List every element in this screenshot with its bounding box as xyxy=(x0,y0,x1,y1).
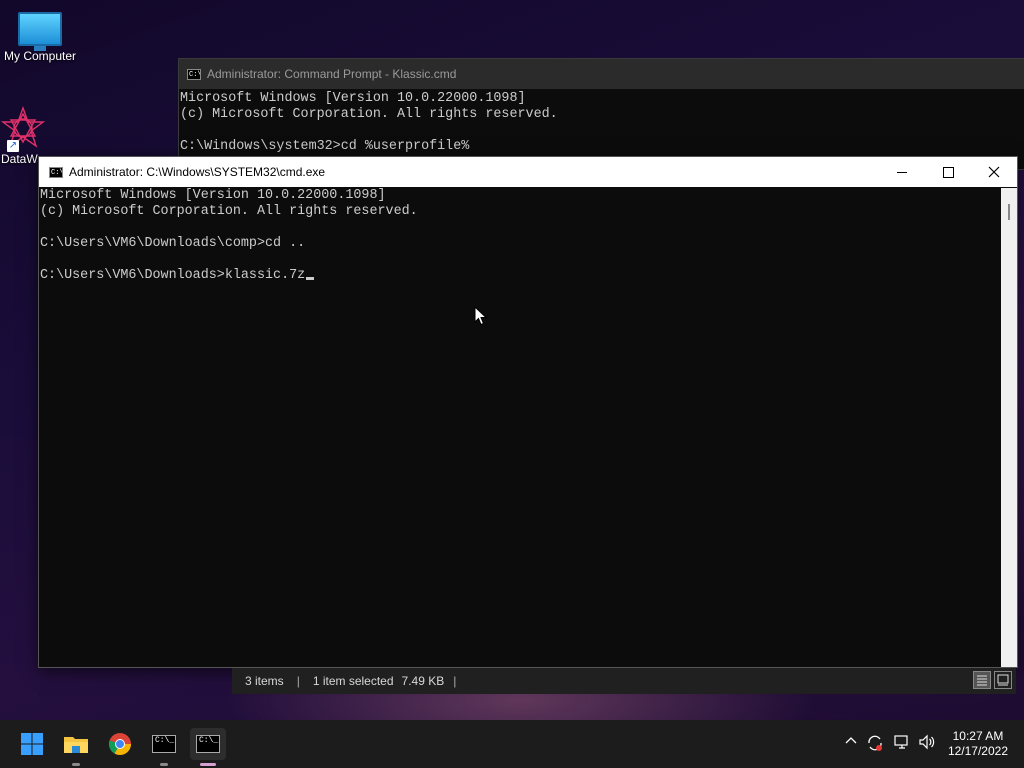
back-window-title: Administrator: Command Prompt - Klassic.… xyxy=(207,67,457,81)
chevron-up-icon xyxy=(845,737,857,744)
front-console-output[interactable]: Microsoft Windows [Version 10.0.22000.10… xyxy=(40,188,999,667)
status-separator: | xyxy=(296,674,300,688)
back-cmd-window[interactable]: C:\ Administrator: Command Prompt - Klas… xyxy=(178,58,1024,170)
details-view-button[interactable] xyxy=(973,671,991,689)
volume-icon xyxy=(919,734,935,750)
chrome-icon xyxy=(108,733,131,755)
front-window-titlebar[interactable]: C:\ Administrator: C:\Windows\SYSTEM32\c… xyxy=(39,157,1017,187)
maximize-button[interactable] xyxy=(925,157,971,187)
taskbar-file-explorer[interactable] xyxy=(58,728,94,766)
console-line: C:\Windows\system32>cd %userprofile% xyxy=(180,139,470,154)
front-cmd-window[interactable]: C:\ Administrator: C:\Windows\SYSTEM32\c… xyxy=(38,156,1018,668)
show-hidden-icons-button[interactable] xyxy=(844,734,858,751)
sync-icon xyxy=(868,735,882,751)
dataw-logo-icon: ↗ xyxy=(0,105,46,152)
view-toggle xyxy=(973,671,1012,689)
file-explorer-icon xyxy=(64,737,88,753)
back-console-output[interactable]: Microsoft Windows [Version 10.0.22000.10… xyxy=(179,89,1024,155)
large-icons-view-icon xyxy=(997,674,1009,686)
tray-sync-button[interactable] xyxy=(866,734,884,755)
vertical-scrollbar[interactable] xyxy=(1001,188,1017,667)
cmd-icon: C:\ xyxy=(187,68,201,80)
console-line: (c) Microsoft Corporation. All rights re… xyxy=(180,107,558,122)
clock-time: 10:27 AM xyxy=(952,729,1004,743)
status-separator: | xyxy=(453,674,457,688)
maximize-icon xyxy=(942,166,954,178)
taskbar-chrome[interactable] xyxy=(102,728,138,760)
desktop-icon-label: My Computer xyxy=(3,49,77,63)
tray-volume-button[interactable] xyxy=(918,734,936,753)
taskbar-cmd-active[interactable]: C:\_ xyxy=(190,728,226,766)
console-line: Microsoft Windows [Version 10.0.22000.10… xyxy=(40,188,386,203)
selection-count: 1 item selected xyxy=(312,674,394,688)
explorer-status-bar: 3 items | 1 item selected 7.49 KB | xyxy=(232,668,1016,694)
console-line: C:\Users\VM6\Downloads\comp>cd .. xyxy=(40,236,306,251)
minimize-icon xyxy=(897,171,907,173)
running-indicator xyxy=(160,763,168,766)
tray-network-button[interactable] xyxy=(893,734,911,753)
close-icon xyxy=(988,166,1000,178)
console-line: Microsoft Windows [Version 10.0.22000.10… xyxy=(180,91,526,106)
large-icons-view-button[interactable] xyxy=(994,671,1012,689)
network-icon xyxy=(894,735,908,749)
items-count: 3 items xyxy=(245,674,284,688)
desktop-icon-my-computer[interactable]: My Computer xyxy=(0,0,80,63)
text-cursor xyxy=(306,277,315,280)
close-button[interactable] xyxy=(971,157,1017,187)
details-view-icon xyxy=(977,675,987,686)
minimize-button[interactable] xyxy=(879,157,925,187)
cmd-icon: C:\ xyxy=(49,166,63,178)
mouse-pointer-icon xyxy=(474,306,488,326)
back-window-titlebar[interactable]: C:\ Administrator: Command Prompt - Klas… xyxy=(179,59,1024,89)
start-icon xyxy=(21,733,43,755)
cmd-icon: C:\_ xyxy=(196,735,220,753)
shortcut-arrow-icon: ↗ xyxy=(7,140,19,152)
console-line: (c) Microsoft Corporation. All rights re… xyxy=(40,204,418,219)
computer-icon xyxy=(18,12,62,51)
console-typed-text: klassic.7z xyxy=(224,268,306,283)
console-prompt: C:\Users\VM6\Downloads> xyxy=(40,268,225,283)
active-indicator xyxy=(200,763,216,766)
scrollbar-thumb[interactable] xyxy=(1008,204,1010,220)
clock-date: 12/17/2022 xyxy=(947,744,1008,758)
running-indicator xyxy=(72,763,80,766)
cmd-icon: C:\_ xyxy=(152,735,176,753)
taskbar-cmd-klassic[interactable]: C:\_ xyxy=(146,728,182,766)
selection-size: 7.49 KB xyxy=(401,674,445,688)
console-input-line[interactable]: C:\Users\VM6\Downloads>klassic.7z xyxy=(40,268,999,284)
start-button[interactable] xyxy=(14,728,50,760)
taskbar-clock[interactable]: 10:27 AM 12/17/2022 xyxy=(948,729,1008,759)
front-window-title: Administrator: C:\Windows\SYSTEM32\cmd.e… xyxy=(69,165,326,179)
taskbar: C:\_ C:\_ 10:27 AM 12/17/2022 xyxy=(0,720,1024,768)
